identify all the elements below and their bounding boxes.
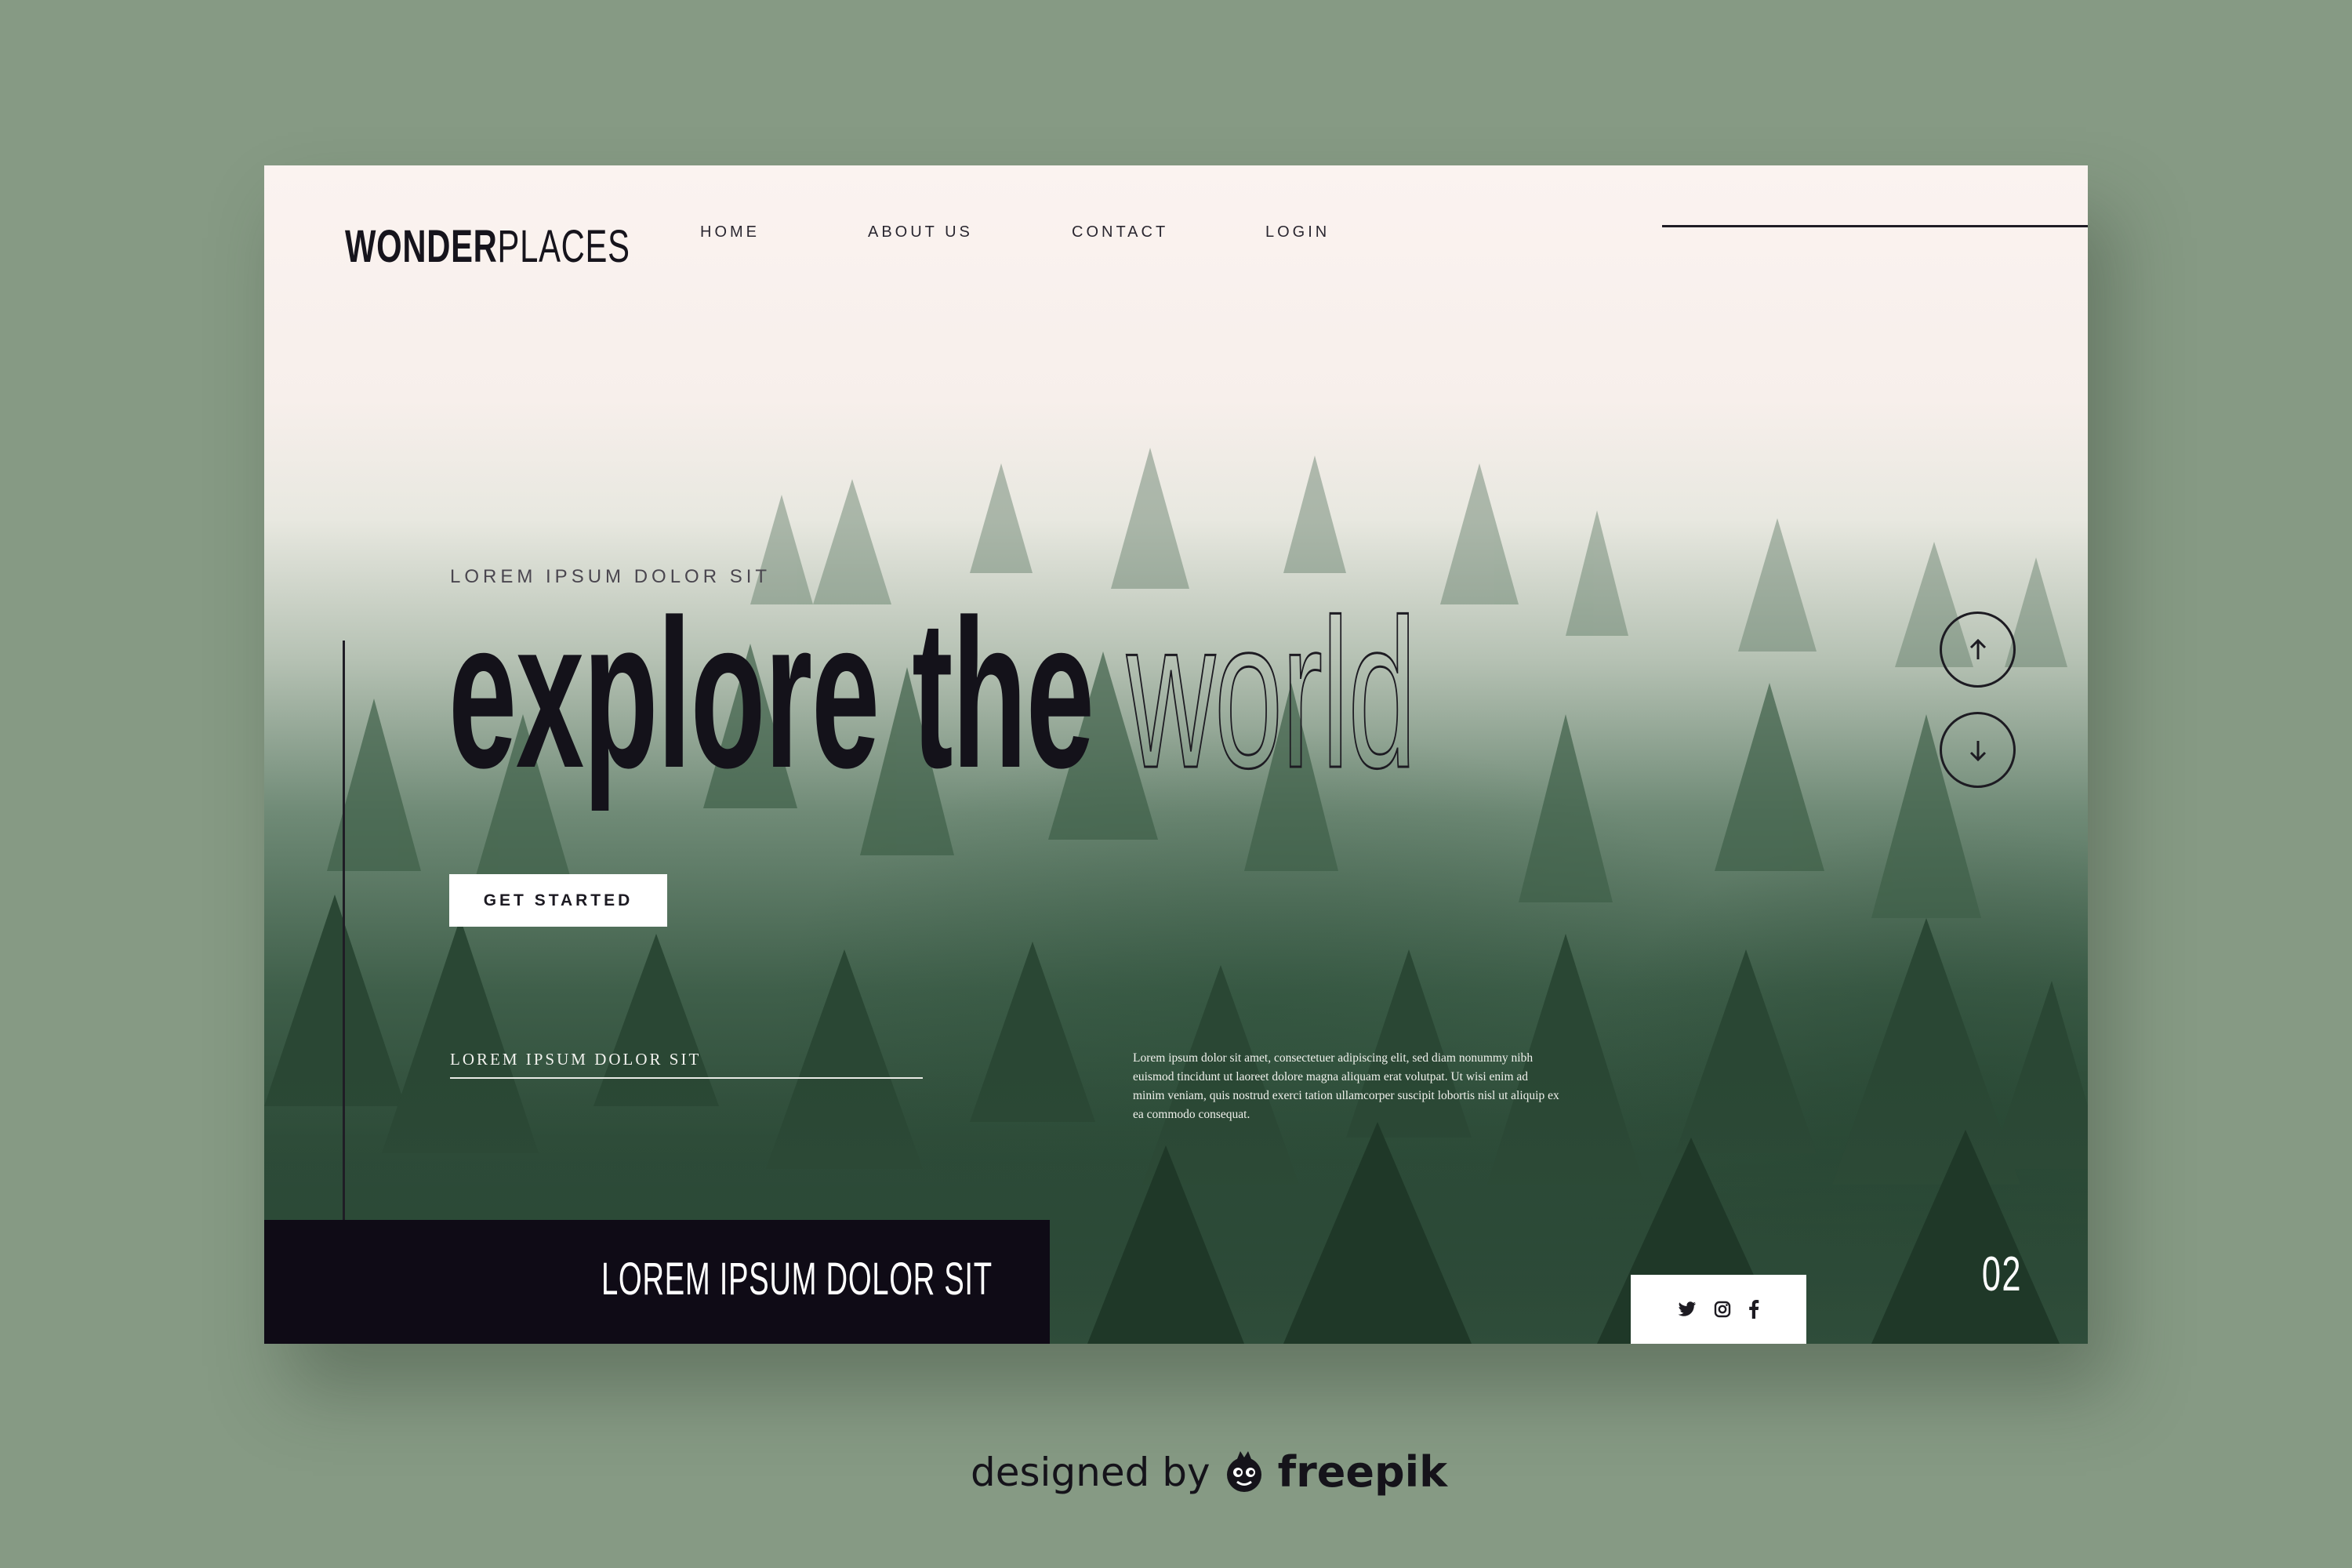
nav-item-contact[interactable]: CONTACT	[1072, 223, 1168, 241]
arrow-up-icon	[1969, 638, 1986, 659]
footer-bar-text: LOREM IPSUM DOLOR SIT	[601, 1254, 993, 1305]
facebook-icon[interactable]	[1748, 1300, 1759, 1319]
arrow-down-icon	[1969, 740, 1986, 761]
designer-credit: designed by freepik	[971, 1447, 1447, 1497]
social-links	[1631, 1275, 1806, 1344]
nav-item-about-us[interactable]: ABOUT US	[868, 223, 973, 241]
slide-page-number: 02	[1981, 1247, 2022, 1301]
freepik-logo-icon	[1226, 1450, 1261, 1492]
brand-name-thin: PLACES	[497, 221, 630, 272]
twitter-icon[interactable]	[1678, 1301, 1697, 1317]
instagram-icon[interactable]	[1714, 1301, 1731, 1318]
hero-sub-label: LOREM IPSUM DOLOR SIT	[450, 1050, 702, 1069]
landing-page-card: WONDERPLACES HOME ABOUT US CONTACT LOGIN…	[264, 165, 2088, 1344]
hero-headline: explore the world	[448, 587, 1417, 801]
credit-brand[interactable]: freepik	[1278, 1447, 1447, 1497]
footer-dark-bar: LOREM IPSUM DOLOR SIT	[264, 1220, 1050, 1344]
scroll-down-button[interactable]	[1940, 712, 2016, 788]
hero-paragraph: Lorem ipsum dolor sit amet, consectetuer…	[1133, 1051, 1559, 1121]
scroll-up-button[interactable]	[1940, 612, 2016, 688]
brand-name-bold: WONDER	[345, 221, 498, 272]
sub-label-underline	[450, 1077, 923, 1079]
get-started-button[interactable]: GET STARTED	[449, 874, 667, 927]
nav-item-login[interactable]: LOGIN	[1265, 223, 1330, 241]
nav-item-home[interactable]: HOME	[700, 223, 760, 241]
header-divider-line	[1662, 225, 2088, 227]
headline-outline-text: world	[1126, 576, 1417, 812]
credit-prefix: designed by	[971, 1449, 1210, 1495]
brand-logo[interactable]: WONDERPLACES	[345, 220, 630, 273]
left-vertical-line	[343, 641, 345, 1260]
headline-solid-text: explore the	[448, 576, 1094, 812]
